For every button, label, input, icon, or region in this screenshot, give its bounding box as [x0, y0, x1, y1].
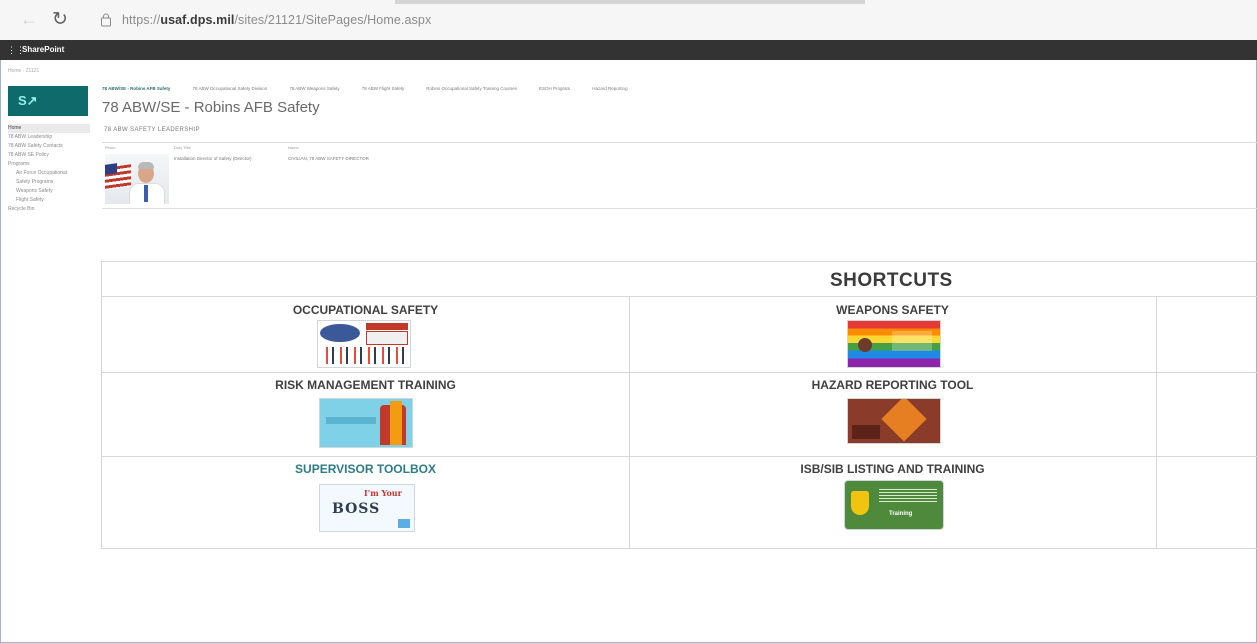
tab-strip: [395, 0, 865, 4]
leader-duty-title: Installation Director of Safety (Directo…: [174, 156, 252, 161]
left-nav: Home 78 ABW Leadership 78 ABW Safety Conta…: [8, 124, 90, 214]
hazard-block: [852, 425, 880, 439]
occupational-safety-image[interactable]: [317, 320, 411, 368]
breadcrumb[interactable]: Home · 21121: [8, 68, 39, 74]
leader-photo[interactable]: [105, 154, 169, 204]
safety-logo-shape: [320, 324, 360, 342]
leadership-table: Photo Duty Title Name Installation Direc…: [102, 142, 1257, 209]
shortcuts-title-row: SHORTCUTS: [102, 262, 1257, 297]
isb-sib-listing-link[interactable]: ISB/SIB LISTING AND TRAINING: [629, 462, 1156, 476]
hazard-reporting-tool-link[interactable]: HAZARD REPORTING TOOL: [629, 378, 1156, 392]
section-heading: 78 ABW SAFETY LEADERSHIP: [104, 127, 200, 133]
risk-management-training-link[interactable]: RISK MANAGEMENT TRAINING: [102, 378, 629, 392]
top-nav: 78 ABW/SE - Robins AFB Safety 78 ABW Occu…: [102, 86, 650, 91]
left-nav-item[interactable]: Home: [8, 124, 90, 133]
flag-canton: [105, 163, 117, 175]
back-icon[interactable]: ←: [20, 9, 38, 30]
row-divider: [102, 456, 1257, 457]
left-nav-item[interactable]: 78 ABW SE Policy: [8, 151, 90, 160]
isb-image-caption: Training: [889, 511, 913, 517]
top-nav-link[interactable]: Robins Occupational Safety Training Cour…: [426, 86, 517, 91]
top-nav-link[interactable]: 78 ABW/SE - Robins AFB Safety: [102, 86, 170, 91]
left-nav-item[interactable]: Weapons Safety: [8, 187, 90, 196]
header-photo: Photo: [105, 145, 116, 150]
top-nav-link[interactable]: Hazard Reporting: [592, 86, 627, 91]
left-nav-item[interactable]: Air Force Occupational: [8, 169, 90, 178]
left-nav-item[interactable]: 78 ABW Leadership: [8, 133, 90, 142]
row-divider: [102, 372, 1257, 373]
url-host: usaf.dps.mil: [160, 13, 235, 27]
weapons-panel: [892, 331, 932, 351]
left-nav-item[interactable]: Programs: [8, 160, 90, 169]
top-nav-link[interactable]: ESOH Program: [539, 86, 570, 91]
weapons-safety-image[interactable]: [847, 320, 941, 368]
hazard-sign-icon: [881, 399, 927, 442]
top-nav-link[interactable]: 78 ABW Flight Safety: [362, 86, 405, 91]
isb-sib-image[interactable]: Training: [844, 480, 944, 530]
shield-icon: [851, 491, 869, 515]
url-path: /sites/21121/SitePages/Home.aspx: [234, 13, 432, 27]
page-title: 78 ABW/SE - Robins AFB Safety: [102, 99, 320, 116]
risk-banner: [326, 417, 376, 424]
safety-signs-strip: [320, 347, 408, 364]
column-divider: [629, 296, 630, 548]
url-prefix: https://: [122, 13, 161, 27]
left-nav-item[interactable]: 78 ABW Safety Contacts: [8, 142, 90, 151]
browser-toolbar: ← ↻ https://usaf.dps.mil/sites/21121/Sit…: [0, 0, 1257, 41]
danger-sign: [366, 331, 408, 345]
top-nav-link[interactable]: 78 ABW Weapons Safety: [289, 86, 339, 91]
left-nav-item[interactable]: Safety Programs: [8, 178, 90, 187]
sharepoint-logo-icon: S↗: [18, 93, 38, 108]
address-bar[interactable]: https://usaf.dps.mil/sites/21121/SitePag…: [122, 13, 431, 27]
header-duty-title: Duty Title: [174, 145, 191, 150]
portrait-tie: [144, 185, 148, 202]
supervisor-image-caption: I'm Your: [364, 488, 402, 498]
supervisor-image-text: BOSS: [332, 501, 381, 517]
site-logo[interactable]: S↗: [8, 86, 88, 116]
occupational-safety-link[interactable]: OCCUPATIONAL SAFETY: [102, 303, 629, 317]
site-info-icon[interactable]: [100, 13, 112, 27]
hazard-reporting-image[interactable]: [847, 398, 941, 444]
risk-figure-accent: [390, 401, 402, 445]
isb-title-lines: [879, 487, 937, 503]
reload-icon[interactable]: ↻: [52, 8, 68, 31]
header-name: Name: [288, 145, 299, 150]
supervisor-toolbox-image[interactable]: I'm Your BOSS: [319, 484, 415, 532]
left-nav-item[interactable]: Flight Safety: [8, 196, 90, 205]
portrait-hair: [138, 162, 154, 169]
left-nav-item[interactable]: Recycle Bin: [8, 205, 90, 214]
weapons-badge: [858, 338, 872, 352]
supervisor-toolbox-link[interactable]: SUPERVISOR TOOLBOX: [102, 462, 629, 476]
risk-management-image[interactable]: [319, 398, 413, 448]
top-nav-link[interactable]: 78 ABW Occupational Safety Division: [192, 86, 267, 91]
supervisor-image-box: [398, 519, 410, 528]
danger-header: [366, 323, 408, 330]
suite-brand[interactable]: SharePoint: [22, 45, 64, 54]
weapons-safety-link[interactable]: WEAPONS SAFETY: [629, 303, 1156, 317]
column-divider: [1156, 296, 1157, 548]
leader-name[interactable]: CIVILIAN, 78 ABW SAFETY DIRECTOR: [288, 156, 369, 161]
shortcuts-table: SHORTCUTS OCCUPATIONAL SAFETY WEAPONS SA…: [101, 261, 1257, 549]
shortcuts-title: SHORTCUTS: [830, 270, 953, 291]
suite-bar: ⋮⋮ SharePoint: [0, 40, 1257, 60]
